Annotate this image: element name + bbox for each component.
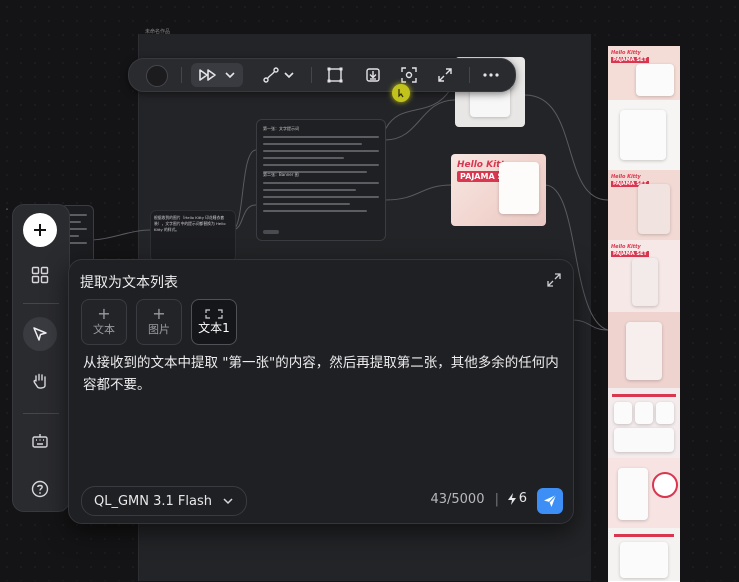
help-button[interactable] (26, 475, 54, 503)
chevron-down-icon (284, 72, 294, 79)
extract-text-list-dialog: 提取为文本列表 + 文本 + 图片 文本1 从接收到的文本中提取 "第一张"的内… (68, 259, 574, 524)
cost-value: 6 (518, 491, 527, 506)
dialog-title: 提取为文本列表 (80, 275, 178, 291)
left-tool-panel (12, 204, 70, 512)
prompt-textarea[interactable]: 从接收到的文本中提取 "第一张"的内容，然后再提取第二张，其他多余的任何内容都不… (83, 352, 563, 396)
plus-icon: + (97, 304, 111, 323)
expand-icon (547, 273, 561, 287)
strip-card[interactable]: Hello Kitty PAJAMA SET (608, 240, 680, 313)
strip-card[interactable] (608, 458, 680, 529)
strip-card[interactable]: Hello Kitty PAJAMA SET (608, 46, 680, 101)
add-node-button[interactable] (23, 213, 57, 247)
fast-forward-icon (199, 69, 216, 81)
strip-card[interactable] (608, 100, 680, 171)
cursor-icon (398, 89, 404, 98)
chevron-down-icon (223, 498, 233, 505)
connector-style-dropdown[interactable] (259, 63, 299, 87)
node-toolbar (128, 58, 516, 92)
send-icon (544, 494, 557, 507)
strip-card[interactable] (608, 388, 680, 459)
character-counter: 43/5000 | (430, 492, 499, 507)
strip-card[interactable] (608, 528, 680, 582)
add-text-button[interactable]: + 文本 (81, 299, 127, 345)
text-node-heading: 第一张：文字提示词 (263, 126, 299, 131)
expand-icon (438, 68, 452, 82)
model-selector[interactable]: QL_GMN 3.1 Flash (81, 486, 247, 516)
add-icon (34, 224, 46, 236)
hand-icon (33, 373, 46, 389)
frame-icon (327, 67, 343, 83)
image-strip[interactable]: Hello Kitty PAJAMA SET Hello Kitty PAJAM… (608, 46, 680, 582)
keyboard-icon (32, 434, 48, 448)
strip-card[interactable]: Hello Kitty PAJAMA SET (608, 170, 680, 241)
plus-icon: + (152, 304, 166, 323)
curve-icon (263, 67, 279, 83)
pointer-cursor-indicator (392, 84, 410, 102)
credit-cost: 6 (507, 491, 527, 506)
select-tool-button[interactable] (23, 317, 57, 351)
text-node-instructions[interactable]: 根据收到的图片（Hello Kitty 印花睡衣套装），文字图片中的提示词都替换… (150, 210, 236, 262)
attachment-label: 图片 (148, 323, 170, 336)
attachment-label: 文本1 (198, 320, 230, 335)
attached-text-chip[interactable]: 文本1 (191, 299, 237, 345)
frame-button[interactable] (323, 63, 347, 87)
chevron-down-icon (225, 72, 235, 79)
send-button[interactable] (537, 488, 563, 514)
shortcuts-button[interactable] (26, 427, 54, 455)
strip-card[interactable] (608, 312, 680, 389)
counter-separator: | (494, 492, 499, 507)
more-button[interactable] (477, 63, 505, 87)
grid-icon (31, 266, 49, 284)
text-node-subheading: 第二张：Banner 图 (263, 172, 299, 177)
node-footer-tag (263, 230, 279, 234)
text-node-body: 根据收到的图片（Hello Kitty 印花睡衣套装），文字图片中的提示词都替换… (154, 215, 226, 232)
run-dropdown[interactable] (191, 63, 243, 87)
model-name: QL_GMN 3.1 Flash (94, 493, 212, 509)
help-icon (31, 480, 49, 498)
grid-view-button[interactable] (26, 261, 54, 289)
attachment-label: 文本 (93, 323, 115, 336)
add-image-button[interactable]: + 图片 (136, 299, 182, 345)
pointer-icon (33, 327, 47, 341)
image-node-pajama-banner[interactable]: Hello Kitty PAJAMA SET (451, 154, 546, 226)
download-button[interactable] (361, 63, 385, 87)
text-node-prompts[interactable]: 第一张：文字提示词 第二张：Banner 图 (256, 119, 386, 241)
pan-tool-button[interactable] (26, 367, 54, 395)
download-icon (366, 68, 380, 82)
scan-icon (401, 67, 417, 83)
color-swatch[interactable] (146, 65, 168, 87)
canvas-title: 未命名作品 (145, 29, 171, 35)
lightning-icon (507, 492, 516, 505)
text-reference-icon (205, 308, 223, 319)
expand-dialog-button[interactable] (547, 272, 561, 291)
expand-button[interactable] (433, 63, 457, 87)
more-icon (483, 73, 499, 77)
